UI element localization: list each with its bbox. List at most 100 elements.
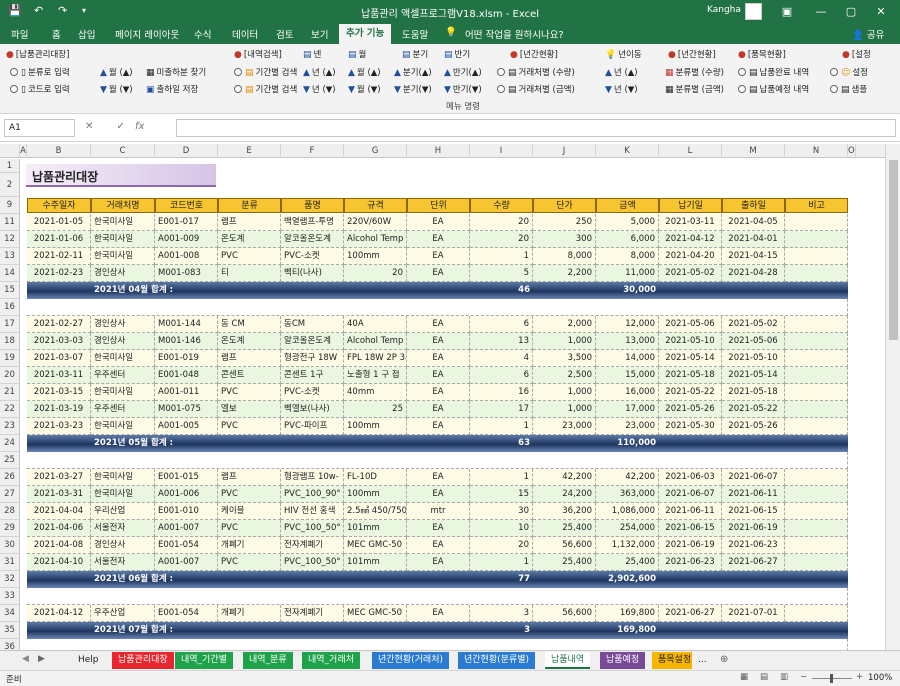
- table-cell[interactable]: EA: [407, 605, 470, 622]
- table-header-cell[interactable]: 출하일: [722, 198, 785, 213]
- table-cell[interactable]: EA: [407, 367, 470, 384]
- table-cell[interactable]: 2021-02-27: [27, 316, 91, 333]
- column-header-i[interactable]: I: [470, 144, 533, 158]
- table-cell[interactable]: 254,000: [596, 520, 659, 537]
- table-cell[interactable]: PVC: [218, 554, 281, 571]
- table-cell[interactable]: 엘보: [218, 401, 281, 418]
- table-cell[interactable]: 100mm: [344, 418, 407, 435]
- row-header[interactable]: 28: [0, 503, 20, 520]
- table-cell[interactable]: 2,000: [533, 316, 596, 333]
- table-cell[interactable]: [785, 214, 848, 231]
- table-cell[interactable]: 25,400: [533, 520, 596, 537]
- table-cell[interactable]: [785, 401, 848, 418]
- next-sheet-icon[interactable]: ▶: [38, 654, 45, 664]
- zoom-slider-thumb[interactable]: [830, 674, 833, 683]
- tab-view[interactable]: 보기: [311, 27, 328, 41]
- table-cell[interactable]: 20: [344, 265, 407, 282]
- table-cell[interactable]: 2021-06-15: [659, 520, 722, 537]
- add-sheet-icon[interactable]: ⊕: [720, 654, 728, 665]
- table-cell[interactable]: 3,500: [533, 350, 596, 367]
- table-cell[interactable]: E001-019: [155, 350, 218, 367]
- table-header-cell[interactable]: 거래처명: [91, 198, 155, 213]
- table-cell[interactable]: 2021-06-07: [659, 486, 722, 503]
- table-header-cell[interactable]: 품명: [281, 198, 344, 213]
- input-by-category-button[interactable]: ▯ 분류로 입력: [10, 66, 70, 78]
- table-header-cell[interactable]: 수주일자: [27, 198, 91, 213]
- table-cell[interactable]: 25,400: [533, 554, 596, 571]
- empty-row[interactable]: [27, 299, 848, 316]
- table-cell[interactable]: 우주센터: [91, 401, 155, 418]
- sheet-tab[interactable]: 납품예정: [600, 652, 646, 669]
- sheet-tab[interactable]: ...: [692, 652, 713, 669]
- table-cell[interactable]: EA: [407, 520, 470, 537]
- row-header[interactable]: 24: [0, 435, 20, 452]
- tab-formulas[interactable]: 수식: [194, 27, 211, 41]
- table-cell[interactable]: 서울전자: [91, 520, 155, 537]
- fx-icon[interactable]: fx: [135, 121, 144, 132]
- formula-input[interactable]: [176, 119, 896, 137]
- sheet-tab[interactable]: 내역_기간별: [175, 652, 233, 669]
- table-cell[interactable]: 2,200: [533, 265, 596, 282]
- row-header[interactable]: 25: [0, 452, 20, 469]
- month-down-button[interactable]: ▼ 월 (▼): [100, 83, 133, 95]
- table-cell[interactable]: 2021-04-08: [27, 537, 91, 554]
- table-cell[interactable]: [785, 316, 848, 333]
- page-layout-view-icon[interactable]: ▤: [760, 672, 768, 682]
- table-cell[interactable]: 101mm: [344, 520, 407, 537]
- table-cell[interactable]: EA: [407, 214, 470, 231]
- vertical-scrollbar[interactable]: [885, 144, 900, 650]
- sheet-tab[interactable]: 납품내역: [545, 652, 591, 669]
- table-cell[interactable]: E001-017: [155, 214, 218, 231]
- table-cell[interactable]: 2021-05-18: [659, 367, 722, 384]
- table-cell[interactable]: 우리산업: [91, 503, 155, 520]
- table-cell[interactable]: A001-008: [155, 248, 218, 265]
- table-cell[interactable]: EA: [407, 554, 470, 571]
- table-cell[interactable]: 2021-03-31: [27, 486, 91, 503]
- table-cell[interactable]: M001-075: [155, 401, 218, 418]
- table-cell[interactable]: 알코올온도계: [281, 231, 344, 248]
- table-cell[interactable]: PVC-소켓: [281, 384, 344, 401]
- table-cell[interactable]: 2021-03-11: [27, 367, 91, 384]
- table-cell[interactable]: 15,000: [596, 367, 659, 384]
- row-header[interactable]: 20: [0, 367, 20, 384]
- table-cell[interactable]: E001-015: [155, 469, 218, 486]
- table-header-cell[interactable]: 수량: [470, 198, 533, 213]
- row-header[interactable]: 30: [0, 537, 20, 554]
- row-header[interactable]: 13: [0, 248, 20, 265]
- table-cell[interactable]: EA: [407, 418, 470, 435]
- table-cell[interactable]: 2021-07-01: [722, 605, 785, 622]
- table-cell[interactable]: EA: [407, 265, 470, 282]
- table-cell[interactable]: 42,200: [596, 469, 659, 486]
- table-cell[interactable]: 4: [470, 350, 533, 367]
- table-cell[interactable]: 형광램프 10w-: [281, 469, 344, 486]
- table-cell[interactable]: [785, 520, 848, 537]
- row-header[interactable]: 36: [0, 639, 20, 650]
- share-button[interactable]: 👤 공유: [852, 27, 884, 41]
- table-cell[interactable]: 23,000: [596, 418, 659, 435]
- table-cell[interactable]: [785, 469, 848, 486]
- table-cell[interactable]: 한국미사일: [91, 469, 155, 486]
- table-cell[interactable]: 2021-03-19: [27, 401, 91, 418]
- table-cell[interactable]: 1,000: [533, 333, 596, 350]
- table-cell[interactable]: 300: [533, 231, 596, 248]
- row-header[interactable]: 9: [0, 197, 20, 214]
- table-cell[interactable]: 363,000: [596, 486, 659, 503]
- table-cell[interactable]: 14,000: [596, 350, 659, 367]
- table-cell[interactable]: MEC GMC-50: [344, 605, 407, 622]
- table-cell[interactable]: 20: [470, 214, 533, 231]
- table-cell[interactable]: 17: [470, 401, 533, 418]
- empty-row[interactable]: [27, 639, 848, 650]
- column-header-b[interactable]: B: [27, 144, 91, 158]
- delivered-history-button[interactable]: ▤ 납품완료 내역: [738, 66, 809, 78]
- table-cell[interactable]: 11,000: [596, 265, 659, 282]
- table-cell[interactable]: 2021-03-03: [27, 333, 91, 350]
- table-cell[interactable]: EA: [407, 469, 470, 486]
- by-client-qty-button[interactable]: ▤ 거래처별 (수량): [497, 66, 575, 78]
- table-cell[interactable]: [785, 554, 848, 571]
- tab-data[interactable]: 데이터: [232, 27, 258, 41]
- half-up-button[interactable]: ▲ 반기(▲): [444, 66, 482, 78]
- table-cell[interactable]: M001-083: [155, 265, 218, 282]
- page-break-view-icon[interactable]: ▥: [780, 672, 788, 682]
- table-cell[interactable]: 벡엘보(나사): [281, 401, 344, 418]
- table-cell[interactable]: 티: [218, 265, 281, 282]
